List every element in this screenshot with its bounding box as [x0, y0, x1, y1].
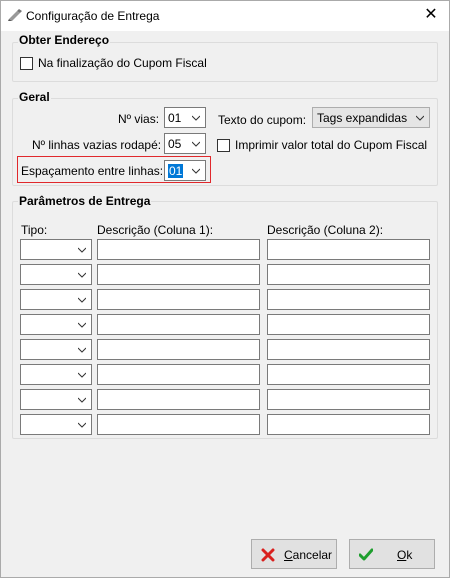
close-button[interactable]: ✕: [413, 1, 449, 30]
label-texto-cupom: Texto do cupom:: [218, 113, 307, 127]
desc2-input[interactable]: [267, 239, 430, 260]
desc2-input[interactable]: [267, 364, 430, 385]
desc1-input[interactable]: [97, 364, 260, 385]
desc2-input[interactable]: [267, 414, 430, 435]
x-icon: [261, 548, 275, 562]
desc1-input[interactable]: [97, 289, 260, 310]
pen-icon: [8, 9, 22, 21]
chevron-down-icon: [78, 297, 86, 303]
title-bar: Configuração de Entrega ✕: [1, 1, 449, 31]
desc2-input[interactable]: [267, 264, 430, 285]
group-title-obter-endereco: Obter Endereço: [18, 33, 111, 47]
dialog-window: Configuração de Entrega ✕ Obter Endereço…: [0, 0, 450, 578]
desc1-input[interactable]: [97, 339, 260, 360]
label-vias: Nº vias:: [118, 112, 160, 126]
tipo-select[interactable]: [20, 414, 92, 435]
select-vias[interactable]: 01: [164, 107, 206, 128]
group-title-parametros: Parâmetros de Entrega: [18, 194, 152, 208]
select-linhas-value: 05: [168, 137, 182, 151]
checkbox-finalizacao-label[interactable]: Na finalização do Cupom Fiscal: [38, 56, 207, 70]
tipo-select[interactable]: [20, 339, 92, 360]
desc2-input[interactable]: [267, 339, 430, 360]
chevron-down-icon: [78, 397, 86, 403]
chevron-down-icon: [78, 347, 86, 353]
desc2-input[interactable]: [267, 389, 430, 410]
desc2-input[interactable]: [267, 314, 430, 335]
tipo-select[interactable]: [20, 389, 92, 410]
column-header-tipo: Tipo:: [21, 223, 48, 237]
desc1-input[interactable]: [97, 314, 260, 335]
select-linhas[interactable]: 05: [164, 133, 206, 154]
select-espacamento-value: 01: [168, 164, 184, 178]
desc1-input[interactable]: [97, 414, 260, 435]
ok-button-label: Ok: [397, 548, 413, 562]
desc1-input[interactable]: [97, 389, 260, 410]
column-header-desc2: Descrição (Coluna 2):: [267, 223, 384, 237]
chevron-down-icon: [416, 115, 424, 121]
window-title: Configuração de Entrega: [26, 9, 160, 23]
checkbox-finalizacao[interactable]: [20, 57, 33, 70]
group-title-geral: Geral: [18, 90, 51, 104]
chevron-down-icon: [78, 247, 86, 253]
checkbox-imprimir-total-label[interactable]: Imprimir valor total do Cupom Fiscal: [235, 138, 427, 152]
desc1-input[interactable]: [97, 264, 260, 285]
chevron-down-icon: [78, 422, 86, 428]
label-espacamento: Espaçamento entre linhas:: [21, 164, 164, 178]
chevron-down-icon: [78, 322, 86, 328]
tipo-select[interactable]: [20, 239, 92, 260]
close-icon: ✕: [424, 6, 438, 23]
checkmark-icon: [359, 548, 373, 561]
label-linhas: Nº linhas vazias rodapé:: [32, 138, 162, 152]
ok-button[interactable]: Ok: [349, 539, 435, 569]
cancel-button-label: Cancelar: [284, 548, 333, 562]
chevron-down-icon: [192, 141, 200, 147]
chevron-down-icon: [192, 115, 200, 121]
chevron-down-icon: [78, 272, 86, 278]
desc1-input[interactable]: [97, 239, 260, 260]
tipo-select[interactable]: [20, 264, 92, 285]
select-vias-value: 01: [168, 111, 182, 125]
tipo-select[interactable]: [20, 289, 92, 310]
column-header-desc1: Descrição (Coluna 1):: [97, 223, 214, 237]
tipo-select[interactable]: [20, 314, 92, 335]
select-texto-cupom-value: Tags expandidas: [317, 111, 408, 125]
desc2-input[interactable]: [267, 289, 430, 310]
chevron-down-icon: [78, 372, 86, 378]
chevron-down-icon: [192, 168, 200, 174]
tipo-select[interactable]: [20, 364, 92, 385]
cancel-button[interactable]: Cancelar: [251, 539, 337, 569]
checkbox-imprimir-total[interactable]: [217, 139, 230, 152]
select-texto-cupom[interactable]: Tags expandidas: [312, 107, 430, 128]
select-espacamento[interactable]: 01: [164, 160, 206, 181]
